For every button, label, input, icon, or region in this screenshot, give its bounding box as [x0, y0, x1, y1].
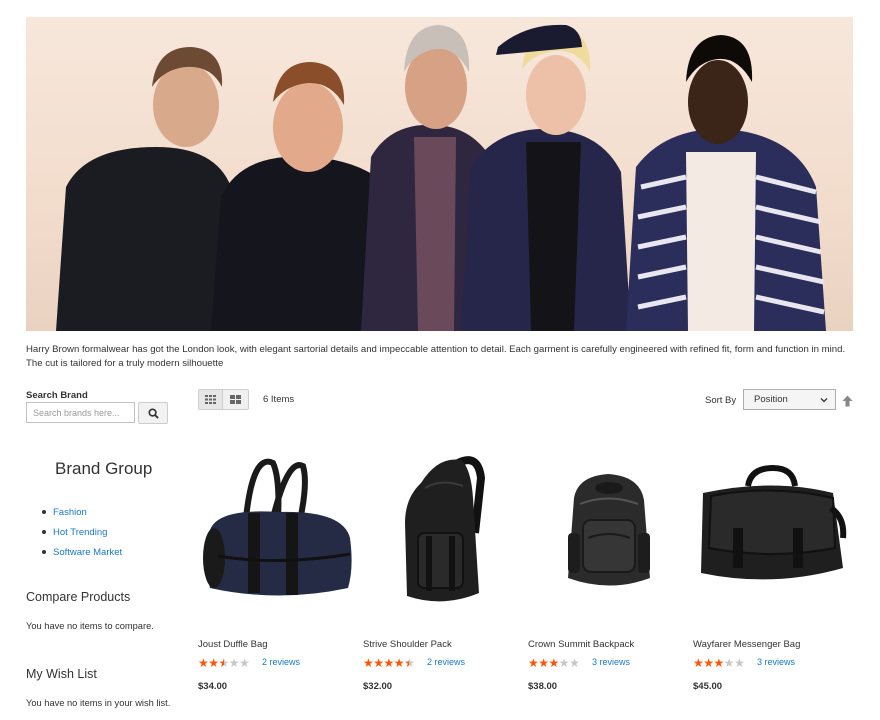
star-icon: ★: [383, 656, 395, 670]
brand-group-item-fashion[interactable]: Fashion: [42, 502, 122, 522]
product-name[interactable]: Crown Summit Backpack: [528, 639, 634, 650]
star-icon: ★: [538, 656, 549, 670]
product-image[interactable]: [198, 438, 353, 608]
duffle-bag-image: [203, 458, 352, 596]
brand-group-link[interactable]: Hot Trending: [53, 527, 107, 538]
product-price: $34.00: [198, 681, 228, 692]
product-image[interactable]: [528, 438, 683, 608]
rating-stars: ★ ★ ★ ★ ★: [528, 656, 580, 670]
list-icon: [230, 395, 241, 404]
brand-group-item-hot-trending[interactable]: Hot Trending: [42, 522, 122, 542]
rating-stars: ★ ★ ★ ★ ★: [363, 656, 415, 670]
compare-products-empty: You have no items to compare.: [26, 621, 154, 631]
star-icon: ★: [528, 656, 539, 670]
sort-by-label: Sort By: [705, 395, 737, 406]
compare-products-title: Compare Products: [26, 590, 131, 604]
product-image[interactable]: [363, 438, 518, 608]
bullet: [42, 530, 46, 534]
grid-icon: [205, 395, 216, 404]
star-icon: ★: [208, 656, 219, 670]
bullet: [42, 510, 46, 514]
star-icon: ★: [548, 656, 560, 670]
brand-group-item-software-market[interactable]: Software Market: [42, 542, 122, 562]
brand-group-link[interactable]: Software Market: [53, 547, 122, 558]
product-item[interactable]: Wayfarer Messenger Bag ★ ★ ★ ★ ★ 3 reviews $…: [693, 438, 848, 692]
star-icon: ★: [723, 656, 735, 670]
list-view-button[interactable]: [223, 389, 249, 410]
search-brand-button[interactable]: [138, 402, 168, 424]
wishlist-title: My Wish List: [26, 667, 97, 681]
product-image[interactable]: [693, 438, 848, 608]
brand-group-link[interactable]: Fashion: [53, 507, 87, 518]
product-price: $38.00: [528, 681, 558, 692]
backpack-image: [568, 474, 650, 586]
reviews-link[interactable]: 2 reviews: [427, 657, 465, 667]
search-brand-title: Search Brand: [26, 390, 88, 401]
grid-view-button[interactable]: [198, 389, 223, 410]
sort-direction-arrow-icon[interactable]: [842, 395, 853, 407]
sort-by-select[interactable]: Position: [743, 389, 836, 410]
hero-banner-image: [56, 24, 826, 331]
hero-banner: [26, 17, 853, 331]
product-name[interactable]: Strive Shoulder Pack: [363, 639, 452, 650]
star-icon: ★: [569, 656, 580, 670]
product-name[interactable]: Joust Duffle Bag: [198, 639, 268, 650]
reviews-link[interactable]: 2 reviews: [262, 657, 300, 667]
star-icon: ★: [393, 656, 405, 670]
star-icon: ★: [558, 656, 570, 670]
star-icon: ★: [218, 656, 230, 670]
star-icon: ★: [703, 656, 714, 670]
product-item[interactable]: Joust Duffle Bag ★ ★ ★ ★ ★ 2 reviews $34.00: [198, 438, 353, 692]
product-item[interactable]: Crown Summit Backpack ★ ★ ★ ★ ★ 3 reviews $3…: [528, 438, 683, 692]
sort-by-value: Position: [754, 394, 788, 405]
shoulder-pack-image: [405, 456, 486, 602]
star-icon: ★: [239, 656, 250, 670]
brand-group-list: Fashion Hot Trending Software Market: [42, 502, 122, 562]
product-name[interactable]: Wayfarer Messenger Bag: [693, 639, 800, 650]
brand-group-title: Brand Group: [55, 459, 153, 478]
rating-stars: ★ ★ ★ ★ ★: [693, 656, 745, 670]
wishlist-empty: You have no items in your wish list.: [26, 698, 171, 708]
product-item[interactable]: Strive Shoulder Pack ★ ★ ★ ★ ★ 2 reviews $32…: [363, 438, 518, 692]
chevron-down-icon: [820, 398, 828, 403]
brand-description: Harry Brown formalwear has got the Londo…: [26, 344, 846, 369]
star-icon: ★: [404, 656, 415, 670]
star-icon: ★: [198, 656, 209, 670]
star-icon: ★: [734, 656, 745, 670]
star-icon: ★: [693, 656, 704, 670]
bullet: [42, 550, 46, 554]
search-brand-input[interactable]: [26, 402, 135, 423]
rating-stars: ★ ★ ★ ★ ★: [198, 656, 250, 670]
reviews-link[interactable]: 3 reviews: [592, 657, 630, 667]
reviews-link[interactable]: 3 reviews: [757, 657, 795, 667]
star-icon: ★: [228, 656, 240, 670]
product-price: $32.00: [363, 681, 393, 692]
items-count: 6 Items: [263, 394, 295, 405]
star-icon: ★: [363, 656, 374, 670]
messenger-bag-image: [701, 464, 847, 580]
star-icon: ★: [713, 656, 725, 670]
search-icon: [147, 407, 159, 419]
star-icon: ★: [373, 656, 384, 670]
product-price: $45.00: [693, 681, 723, 692]
